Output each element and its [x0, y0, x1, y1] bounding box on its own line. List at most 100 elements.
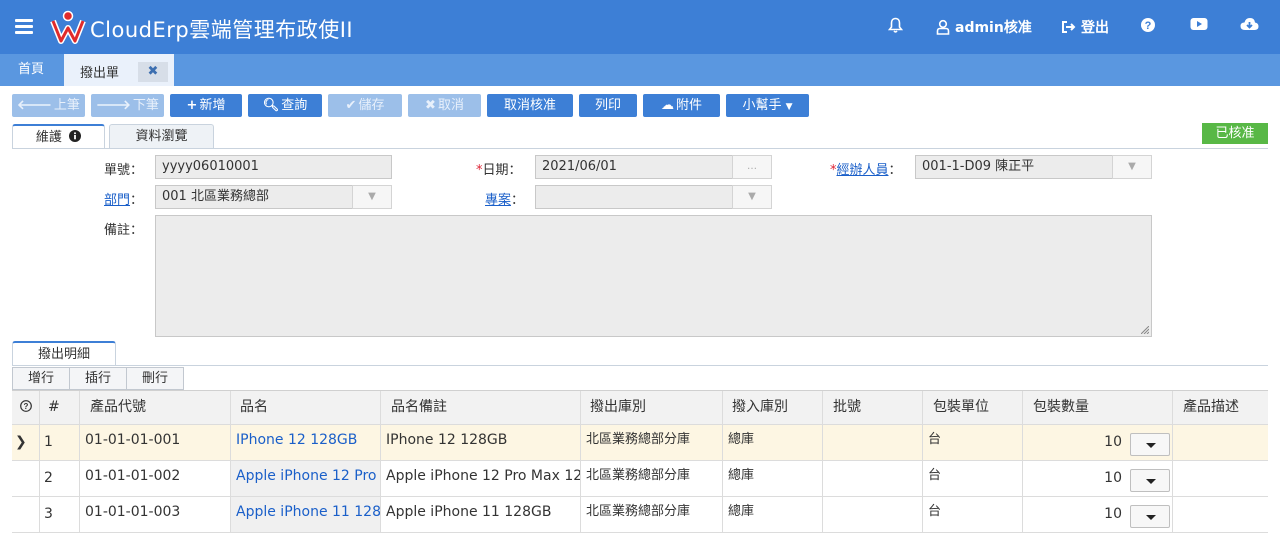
column-header[interactable]: 品名備註 — [381, 391, 581, 424]
handler-field[interactable]: 001-1-D09 陳正平 — [915, 155, 1113, 179]
tab-home[interactable]: 首頁 — [0, 54, 62, 86]
dept-colon: ： — [130, 193, 144, 208]
menu-icon[interactable] — [15, 19, 33, 34]
remark-label: 備註： — [104, 223, 144, 238]
cell-name-note[interactable]: IPhone 12 128GB — [381, 425, 581, 460]
attach-button[interactable]: ☁ 附件 — [643, 94, 720, 117]
column-header[interactable]: 批號 — [823, 391, 923, 424]
date-picker-button[interactable]: … — [732, 155, 772, 179]
project-link[interactable]: 專案 — [485, 193, 511, 208]
x-icon: ✖ — [425, 98, 436, 113]
column-header[interactable]: 包裝單位 — [923, 391, 1023, 424]
cell-unit[interactable]: 台 — [923, 461, 1023, 496]
tab-maintain-label: 維護 — [35, 130, 62, 145]
cell-product-name[interactable]: Apple iPhone 12 Pro Max 128 — [231, 461, 381, 496]
cell-desc[interactable] — [1173, 425, 1268, 460]
cell-name-note[interactable]: Apple iPhone 11 128GB — [381, 497, 581, 532]
tab-detail[interactable]: 撥出明細 — [12, 341, 116, 366]
cell-batch[interactable] — [823, 425, 923, 460]
tab-browse[interactable]: 資料瀏覽 — [109, 124, 214, 149]
cell-desc[interactable] — [1173, 461, 1268, 496]
add-row-button[interactable]: 增行 — [12, 367, 70, 390]
cell-out-warehouse[interactable]: 北區業務總部分庫 — [581, 497, 723, 532]
cell-name-note[interactable]: Apple iPhone 12 Pro Max 128 — [381, 461, 581, 496]
add-button[interactable]: + 新增 — [170, 94, 242, 117]
cell-code[interactable]: 01-01-01-003 — [80, 497, 231, 532]
cancel-approve-button[interactable]: 取消核准 — [487, 94, 573, 117]
handler-dropdown-button[interactable]: ▼ — [1112, 155, 1152, 179]
prev-record-button[interactable]: 🡐 上筆 — [12, 94, 85, 117]
table-row[interactable]: ❯ 1 01-01-01-001 IPhone 12 128GB IPhone … — [12, 425, 1268, 461]
cell-code[interactable]: 01-01-01-001 — [80, 425, 231, 460]
resize-handle-icon[interactable] — [1141, 326, 1149, 334]
dept-link[interactable]: 部門 — [104, 193, 130, 208]
table-row[interactable]: 3 01-01-01-003 Apple iPhone 11 128GB App… — [12, 497, 1268, 533]
dept-field[interactable]: 001 北區業務總部 — [155, 185, 353, 209]
video-button[interactable] — [1190, 17, 1208, 31]
save-button[interactable]: ✔ 儲存 — [328, 94, 402, 117]
cloud-download-button[interactable] — [1240, 17, 1259, 32]
helper-dropdown-button[interactable]: 小幫手 ▼ — [726, 94, 809, 117]
tab-transfer-out[interactable]: 撥出單 ✖ — [64, 54, 174, 86]
qty-dropdown-button[interactable] — [1130, 469, 1170, 492]
logout-button[interactable]: 登出 — [1061, 17, 1109, 37]
query-label: 查詢 — [281, 98, 308, 113]
column-header[interactable]: 產品描述 — [1173, 391, 1268, 424]
user-icon — [936, 19, 950, 35]
question-icon: ? — [1141, 18, 1155, 32]
cell-qty[interactable]: 10 — [1023, 425, 1173, 460]
date-label-text: 日期： — [482, 163, 522, 178]
cell-out-warehouse[interactable]: 北區業務總部分庫 — [581, 461, 723, 496]
column-header[interactable]: 撥出庫別 — [581, 391, 723, 424]
print-button[interactable]: 列印 — [579, 94, 637, 117]
cell-out-warehouse[interactable]: 北區業務總部分庫 — [581, 425, 723, 460]
next-record-button[interactable]: 🡒 下筆 — [91, 94, 164, 117]
qty-dropdown-button[interactable] — [1130, 505, 1170, 528]
table-row[interactable]: 2 01-01-01-002 Apple iPhone 12 Pro Max 1… — [12, 461, 1268, 497]
qty-value: 10 — [1104, 506, 1122, 522]
cell-batch[interactable] — [823, 461, 923, 496]
handler-link[interactable]: 經辦人員 — [837, 163, 889, 178]
bell-icon — [888, 17, 903, 33]
date-label: *日期： — [476, 163, 522, 178]
help-column-header[interactable]: ? — [12, 391, 40, 424]
cell-code[interactable]: 01-01-01-002 — [80, 461, 231, 496]
close-tab-button[interactable]: ✖ — [138, 62, 168, 82]
help-button[interactable]: ? — [1140, 17, 1156, 33]
qty-dropdown-button[interactable] — [1130, 433, 1170, 456]
column-header[interactable]: 品名 — [231, 391, 381, 424]
prev-label: 上筆 — [53, 98, 80, 113]
column-header[interactable]: 撥入庫別 — [723, 391, 823, 424]
date-field[interactable]: 2021/06/01 — [535, 155, 733, 179]
cell-desc[interactable] — [1173, 497, 1268, 532]
notification-button[interactable] — [888, 17, 903, 33]
cell-product-name[interactable]: Apple iPhone 11 128GB — [231, 497, 381, 532]
column-header[interactable]: # — [40, 391, 80, 424]
user-menu[interactable]: admin核准 — [936, 17, 1032, 37]
cancel-button[interactable]: ✖ 取消 — [408, 94, 481, 117]
cell-qty[interactable]: 10 — [1023, 497, 1173, 532]
cell-qty[interactable]: 10 — [1023, 461, 1173, 496]
cell-in-warehouse[interactable]: 總庫 — [723, 425, 823, 460]
remark-textarea[interactable] — [155, 215, 1152, 337]
cell-no: 2 — [40, 461, 80, 496]
arrow-right-icon: 🡒 — [96, 98, 131, 113]
cell-unit[interactable]: 台 — [923, 425, 1023, 460]
column-header[interactable]: 包裝數量 — [1023, 391, 1173, 424]
doc-no-field[interactable]: yyyy06010001 — [155, 155, 392, 179]
query-button[interactable]: 🔍︎ 查詢 — [248, 94, 322, 117]
cell-in-warehouse[interactable]: 總庫 — [723, 497, 823, 532]
cell-in-warehouse[interactable]: 總庫 — [723, 461, 823, 496]
dept-label: 部門： — [104, 189, 143, 208]
tab-maintain[interactable]: 維護 — [12, 124, 105, 149]
dept-dropdown-button[interactable]: ▼ — [352, 185, 392, 209]
cell-unit[interactable]: 台 — [923, 497, 1023, 532]
column-header[interactable]: 產品代號 — [80, 391, 231, 424]
cell-product-name[interactable]: IPhone 12 128GB — [231, 425, 381, 460]
project-field[interactable] — [535, 185, 733, 209]
app-title: CloudErp雲端管理布政使II — [90, 18, 354, 42]
insert-row-button[interactable]: 插行 — [69, 367, 127, 390]
cell-batch[interactable] — [823, 497, 923, 532]
delete-row-button[interactable]: 刪行 — [126, 367, 184, 390]
project-dropdown-button[interactable]: ▼ — [732, 185, 772, 209]
